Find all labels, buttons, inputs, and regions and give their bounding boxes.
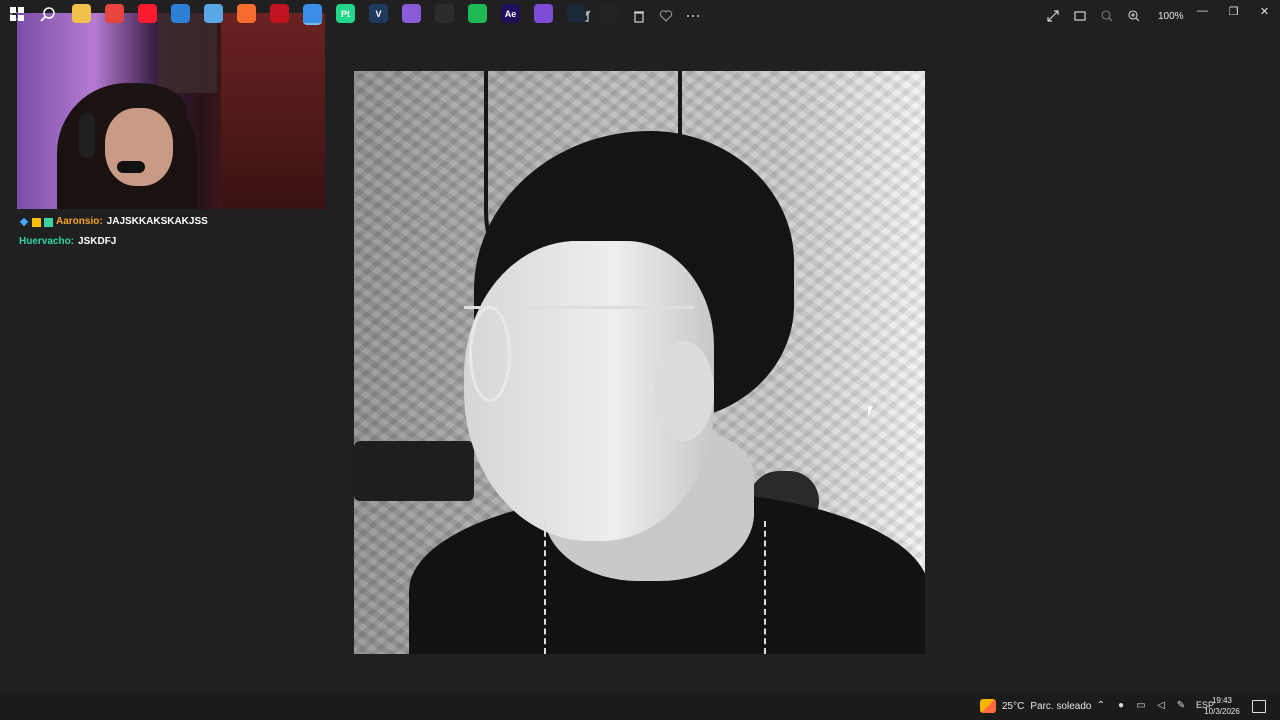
visual-studio-icon[interactable]: V <box>369 4 388 23</box>
paint-app-icon[interactable] <box>402 4 421 23</box>
moderator-badge-icon <box>19 217 29 227</box>
zoom-in-icon[interactable] <box>1123 6 1144 26</box>
subscriber-badge-icon <box>44 217 53 227</box>
chat-text: JSKDFJ <box>78 236 117 247</box>
after-effects-icon[interactable]: Ae <box>501 4 520 23</box>
system-tray: ⌃ ● ▭ ◁ ✎ ESP <box>1096 699 1214 711</box>
clock-time: 19:43 <box>1211 696 1233 705</box>
voicemod-icon[interactable] <box>270 4 289 23</box>
weather-icon <box>980 699 996 713</box>
photos-icon[interactable] <box>303 4 322 25</box>
davinci-icon[interactable] <box>435 4 454 23</box>
restore-icon[interactable]: ❐ <box>1218 0 1249 22</box>
start-icon[interactable] <box>7 4 26 23</box>
microphone-icon[interactable]: ● <box>1116 699 1126 711</box>
chat-text: JAJSKKAKSKAKJSS <box>106 216 208 227</box>
window-controls: — ❐ ✕ <box>1187 0 1280 22</box>
favorite-icon[interactable] <box>655 6 676 26</box>
chat-username: Aaronsio: <box>56 216 103 227</box>
fullscreen-icon[interactable] <box>1042 6 1063 26</box>
ccleaner-icon[interactable] <box>171 4 190 23</box>
zoom-out-icon[interactable] <box>1096 6 1117 26</box>
weather-widget[interactable]: 25°C Parc. soleado <box>980 699 1092 713</box>
more-icon[interactable] <box>682 6 703 26</box>
webcam-overlay <box>17 13 325 209</box>
network-icon[interactable]: ▭ <box>1136 699 1146 711</box>
view-toolbar: 100% <box>1042 6 1184 26</box>
microphone <box>117 161 145 173</box>
notification-icon[interactable] <box>1252 700 1266 713</box>
crown-badge-icon <box>32 217 41 227</box>
file-explorer-icon[interactable] <box>72 4 91 23</box>
mouse-cursor-icon <box>868 406 873 417</box>
chat-message: Huervacho: JSKDFJ <box>19 232 208 252</box>
clock[interactable]: 19:43 10/3/2026 <box>1202 695 1242 717</box>
delete-icon[interactable] <box>628 6 649 26</box>
weather-text: Parc. soleado <box>1030 700 1092 712</box>
chrome-icon[interactable] <box>105 4 124 23</box>
discord-icon[interactable] <box>534 4 553 23</box>
zoom-level[interactable]: 100% <box>1158 11 1184 22</box>
chevron-up-icon[interactable]: ⌃ <box>1096 699 1106 711</box>
swirl-app-icon[interactable] <box>204 4 223 23</box>
pen-icon[interactable]: ✎ <box>1176 699 1186 711</box>
pycharm-icon[interactable]: Pt <box>336 4 355 23</box>
search-icon[interactable] <box>38 4 57 23</box>
photo-toolbar <box>574 6 703 26</box>
minimize-icon[interactable]: — <box>1187 0 1218 22</box>
headset <box>79 113 95 158</box>
obs-icon[interactable] <box>600 4 619 23</box>
origin-icon[interactable] <box>237 4 256 23</box>
displayed-photo[interactable] <box>354 71 925 654</box>
close-icon[interactable]: ✕ <box>1249 0 1280 22</box>
volume-icon[interactable]: ◁ <box>1156 699 1166 711</box>
weather-temp: 25°C <box>1002 700 1025 712</box>
fit-to-window-icon[interactable] <box>1069 6 1090 26</box>
clock-date: 10/3/2026 <box>1204 707 1240 716</box>
chat-message: Aaronsio: JAJSKKAKSKAKJSS <box>19 212 208 232</box>
chat-username: Huervacho: <box>19 236 75 247</box>
opera-icon[interactable] <box>138 4 157 23</box>
spotify-icon[interactable] <box>468 4 487 23</box>
steam-icon[interactable] <box>567 4 586 23</box>
chat-overlay: Aaronsio: JAJSKKAKSKAKJSS Huervacho: JSK… <box>19 212 208 252</box>
